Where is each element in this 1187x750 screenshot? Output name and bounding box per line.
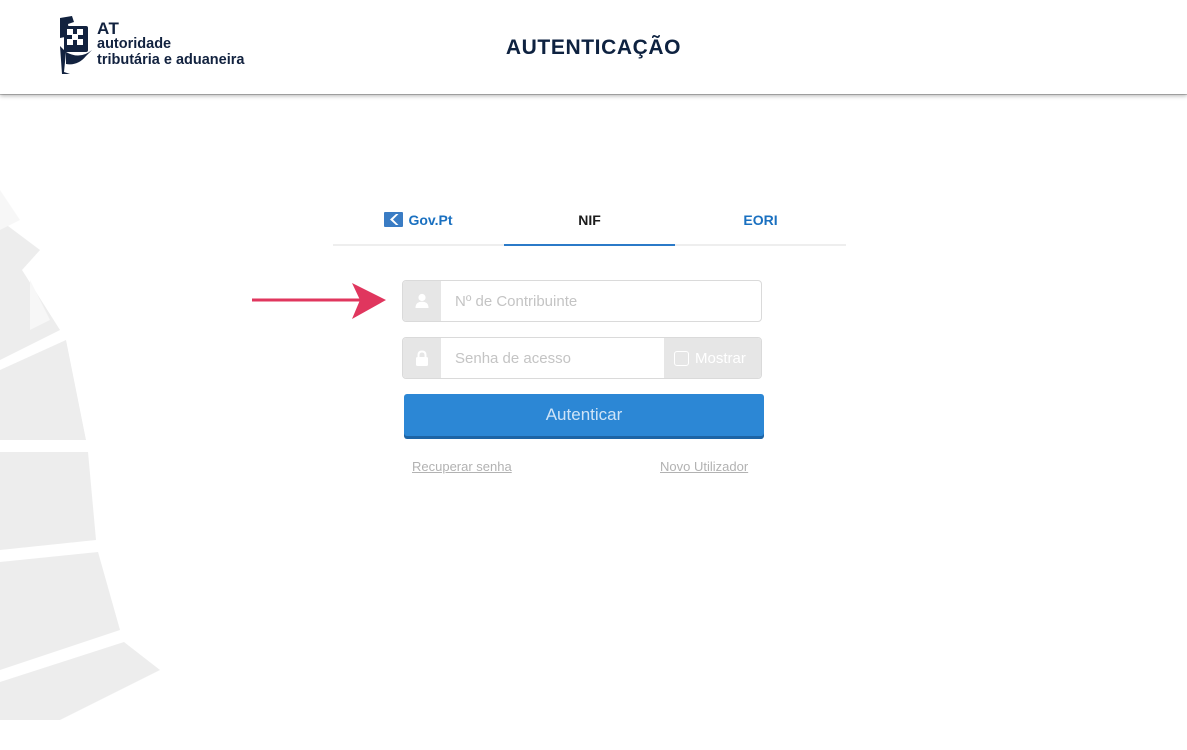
tab-gov-pt[interactable]: Gov.Pt [333, 200, 504, 246]
password-input-group: Mostrar [402, 337, 762, 379]
tab-eori-label: EORI [743, 212, 778, 228]
tab-nif-label: NIF [578, 212, 601, 228]
tab-nif[interactable]: NIF [504, 200, 675, 246]
lock-icon [403, 338, 441, 378]
arrow-right-icon [252, 283, 386, 319]
recover-password-link[interactable]: Recuperar senha [412, 459, 512, 474]
page-title: AUTENTICAÇÃO [505, 36, 682, 59]
tab-eori[interactable]: EORI [675, 200, 846, 246]
nif-input[interactable] [442, 281, 761, 321]
show-password-toggle[interactable]: Mostrar [664, 338, 761, 378]
show-password-checkbox[interactable] [674, 350, 689, 366]
nif-input-group [402, 280, 762, 322]
page-header: AT autoridade tributária e aduaneira AUT… [0, 0, 1187, 94]
emblem-watermark-icon [0, 190, 160, 720]
logo-abbr: AT [97, 19, 120, 38]
password-input[interactable] [442, 338, 666, 378]
auth-method-tabs: Gov.Pt NIF EORI [333, 200, 846, 246]
tab-gov-pt-label: Gov.Pt [408, 212, 453, 228]
authenticate-button[interactable]: Autenticar [404, 394, 764, 436]
new-user-link[interactable]: Novo Utilizador [660, 459, 748, 474]
user-icon [403, 281, 441, 321]
show-password-label: Mostrar [695, 349, 746, 367]
gov-pt-icon [384, 212, 404, 227]
